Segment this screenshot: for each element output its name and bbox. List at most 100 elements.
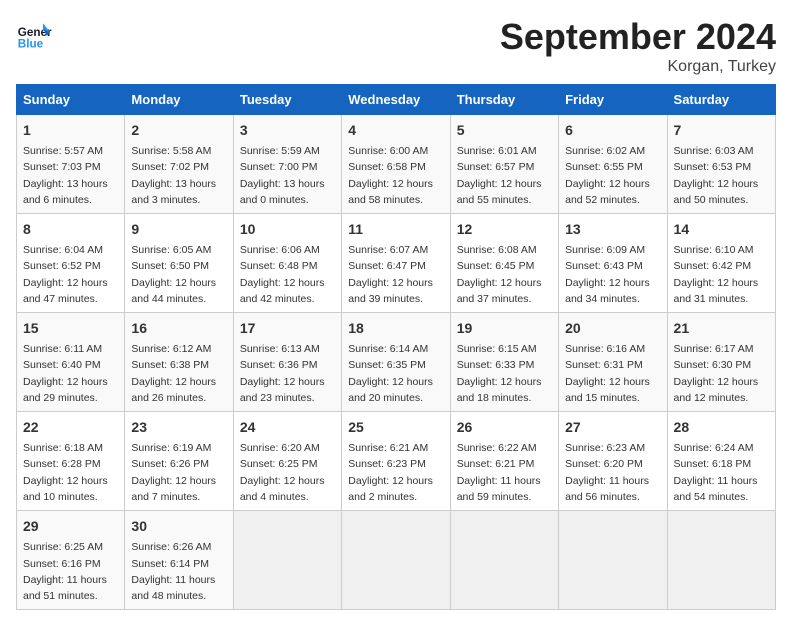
day-number: 15 <box>23 318 118 339</box>
day-number: 24 <box>240 417 335 438</box>
day-info: Sunrise: 6:23 AMSunset: 6:20 PMDaylight:… <box>565 440 660 505</box>
day-info: Sunrise: 5:59 AMSunset: 7:00 PMDaylight:… <box>240 143 335 208</box>
day-info: Sunrise: 6:13 AMSunset: 6:36 PMDaylight:… <box>240 341 335 406</box>
day-number: 21 <box>674 318 769 339</box>
calendar-cell: 14Sunrise: 6:10 AMSunset: 6:42 PMDayligh… <box>667 214 775 313</box>
day-number: 25 <box>348 417 443 438</box>
day-number: 7 <box>674 120 769 141</box>
calendar-cell: 1Sunrise: 5:57 AMSunset: 7:03 PMDaylight… <box>17 115 125 214</box>
day-info: Sunrise: 6:11 AMSunset: 6:40 PMDaylight:… <box>23 341 118 406</box>
calendar-cell: 3Sunrise: 5:59 AMSunset: 7:00 PMDaylight… <box>233 115 341 214</box>
calendar-cell: 13Sunrise: 6:09 AMSunset: 6:43 PMDayligh… <box>559 214 667 313</box>
day-info: Sunrise: 6:10 AMSunset: 6:42 PMDaylight:… <box>674 242 769 307</box>
calendar-cell: 10Sunrise: 6:06 AMSunset: 6:48 PMDayligh… <box>233 214 341 313</box>
calendar-cell: 24Sunrise: 6:20 AMSunset: 6:25 PMDayligh… <box>233 412 341 511</box>
calendar-cell: 11Sunrise: 6:07 AMSunset: 6:47 PMDayligh… <box>342 214 450 313</box>
day-number: 6 <box>565 120 660 141</box>
calendar-cell: 4Sunrise: 6:00 AMSunset: 6:58 PMDaylight… <box>342 115 450 214</box>
calendar-cell: 12Sunrise: 6:08 AMSunset: 6:45 PMDayligh… <box>450 214 558 313</box>
day-number: 10 <box>240 219 335 240</box>
calendar-cell: 26Sunrise: 6:22 AMSunset: 6:21 PMDayligh… <box>450 412 558 511</box>
day-number: 20 <box>565 318 660 339</box>
calendar-week-row: 22Sunrise: 6:18 AMSunset: 6:28 PMDayligh… <box>17 412 776 511</box>
calendar-cell: 30Sunrise: 6:26 AMSunset: 6:14 PMDayligh… <box>125 511 233 610</box>
day-header-wednesday: Wednesday <box>342 85 450 115</box>
calendar-cell: 9Sunrise: 6:05 AMSunset: 6:50 PMDaylight… <box>125 214 233 313</box>
day-number: 27 <box>565 417 660 438</box>
day-number: 5 <box>457 120 552 141</box>
day-number: 12 <box>457 219 552 240</box>
day-number: 14 <box>674 219 769 240</box>
calendar-cell: 22Sunrise: 6:18 AMSunset: 6:28 PMDayligh… <box>17 412 125 511</box>
day-info: Sunrise: 6:02 AMSunset: 6:55 PMDaylight:… <box>565 143 660 208</box>
calendar-cell: 5Sunrise: 6:01 AMSunset: 6:57 PMDaylight… <box>450 115 558 214</box>
calendar-cell: 21Sunrise: 6:17 AMSunset: 6:30 PMDayligh… <box>667 313 775 412</box>
calendar-cell: 25Sunrise: 6:21 AMSunset: 6:23 PMDayligh… <box>342 412 450 511</box>
day-header-tuesday: Tuesday <box>233 85 341 115</box>
day-number: 3 <box>240 120 335 141</box>
calendar-cell: 20Sunrise: 6:16 AMSunset: 6:31 PMDayligh… <box>559 313 667 412</box>
day-info: Sunrise: 6:03 AMSunset: 6:53 PMDaylight:… <box>674 143 769 208</box>
day-info: Sunrise: 6:17 AMSunset: 6:30 PMDaylight:… <box>674 341 769 406</box>
day-info: Sunrise: 6:06 AMSunset: 6:48 PMDaylight:… <box>240 242 335 307</box>
location-subtitle: Korgan, Turkey <box>500 58 776 76</box>
day-info: Sunrise: 6:25 AMSunset: 6:16 PMDaylight:… <box>23 539 118 604</box>
month-title: September 2024 <box>500 16 776 58</box>
day-number: 26 <box>457 417 552 438</box>
day-info: Sunrise: 6:01 AMSunset: 6:57 PMDaylight:… <box>457 143 552 208</box>
day-number: 13 <box>565 219 660 240</box>
day-number: 11 <box>348 219 443 240</box>
day-info: Sunrise: 6:19 AMSunset: 6:26 PMDaylight:… <box>131 440 226 505</box>
day-number: 9 <box>131 219 226 240</box>
calendar-cell <box>342 511 450 610</box>
day-number: 29 <box>23 516 118 537</box>
day-number: 19 <box>457 318 552 339</box>
calendar-cell: 6Sunrise: 6:02 AMSunset: 6:55 PMDaylight… <box>559 115 667 214</box>
day-header-sunday: Sunday <box>17 85 125 115</box>
day-header-saturday: Saturday <box>667 85 775 115</box>
day-info: Sunrise: 6:14 AMSunset: 6:35 PMDaylight:… <box>348 341 443 406</box>
day-info: Sunrise: 6:00 AMSunset: 6:58 PMDaylight:… <box>348 143 443 208</box>
day-info: Sunrise: 6:04 AMSunset: 6:52 PMDaylight:… <box>23 242 118 307</box>
logo-icon: General Blue <box>16 16 52 52</box>
day-info: Sunrise: 6:16 AMSunset: 6:31 PMDaylight:… <box>565 341 660 406</box>
day-header-thursday: Thursday <box>450 85 558 115</box>
calendar-cell: 19Sunrise: 6:15 AMSunset: 6:33 PMDayligh… <box>450 313 558 412</box>
day-number: 28 <box>674 417 769 438</box>
calendar-table: SundayMondayTuesdayWednesdayThursdayFrid… <box>16 84 776 610</box>
day-header-monday: Monday <box>125 85 233 115</box>
page-header: General Blue September 2024 Korgan, Turk… <box>16 16 776 76</box>
day-number: 1 <box>23 120 118 141</box>
calendar-body: 1Sunrise: 5:57 AMSunset: 7:03 PMDaylight… <box>17 115 776 610</box>
day-info: Sunrise: 5:57 AMSunset: 7:03 PMDaylight:… <box>23 143 118 208</box>
day-number: 4 <box>348 120 443 141</box>
day-info: Sunrise: 6:21 AMSunset: 6:23 PMDaylight:… <box>348 440 443 505</box>
calendar-cell <box>667 511 775 610</box>
calendar-cell: 2Sunrise: 5:58 AMSunset: 7:02 PMDaylight… <box>125 115 233 214</box>
calendar-cell <box>450 511 558 610</box>
day-info: Sunrise: 6:18 AMSunset: 6:28 PMDaylight:… <box>23 440 118 505</box>
day-number: 30 <box>131 516 226 537</box>
calendar-cell: 18Sunrise: 6:14 AMSunset: 6:35 PMDayligh… <box>342 313 450 412</box>
day-number: 2 <box>131 120 226 141</box>
day-number: 18 <box>348 318 443 339</box>
calendar-week-row: 15Sunrise: 6:11 AMSunset: 6:40 PMDayligh… <box>17 313 776 412</box>
calendar-cell: 27Sunrise: 6:23 AMSunset: 6:20 PMDayligh… <box>559 412 667 511</box>
day-info: Sunrise: 6:26 AMSunset: 6:14 PMDaylight:… <box>131 539 226 604</box>
day-info: Sunrise: 6:05 AMSunset: 6:50 PMDaylight:… <box>131 242 226 307</box>
day-info: Sunrise: 6:15 AMSunset: 6:33 PMDaylight:… <box>457 341 552 406</box>
calendar-cell <box>233 511 341 610</box>
day-info: Sunrise: 6:22 AMSunset: 6:21 PMDaylight:… <box>457 440 552 505</box>
day-info: Sunrise: 6:09 AMSunset: 6:43 PMDaylight:… <box>565 242 660 307</box>
calendar-cell: 28Sunrise: 6:24 AMSunset: 6:18 PMDayligh… <box>667 412 775 511</box>
day-number: 17 <box>240 318 335 339</box>
day-info: Sunrise: 6:07 AMSunset: 6:47 PMDaylight:… <box>348 242 443 307</box>
calendar-cell: 17Sunrise: 6:13 AMSunset: 6:36 PMDayligh… <box>233 313 341 412</box>
day-number: 23 <box>131 417 226 438</box>
day-number: 8 <box>23 219 118 240</box>
day-info: Sunrise: 5:58 AMSunset: 7:02 PMDaylight:… <box>131 143 226 208</box>
day-info: Sunrise: 6:24 AMSunset: 6:18 PMDaylight:… <box>674 440 769 505</box>
calendar-cell: 8Sunrise: 6:04 AMSunset: 6:52 PMDaylight… <box>17 214 125 313</box>
day-info: Sunrise: 6:08 AMSunset: 6:45 PMDaylight:… <box>457 242 552 307</box>
svg-text:Blue: Blue <box>18 38 44 51</box>
